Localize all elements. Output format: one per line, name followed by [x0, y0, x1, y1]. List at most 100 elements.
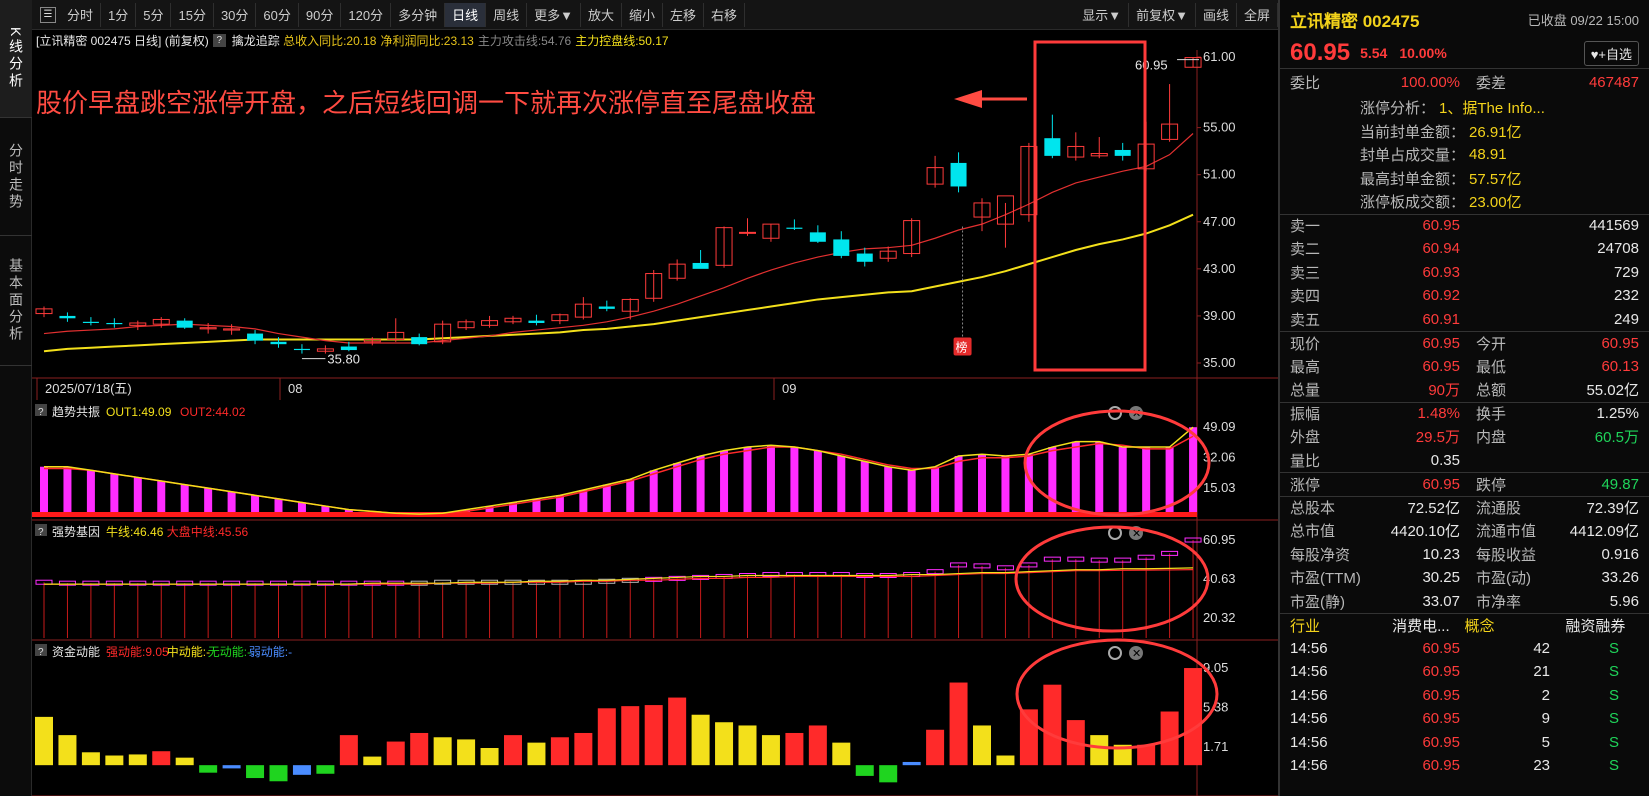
period-button[interactable]: 日线 [445, 2, 487, 27]
quote-row: 14:56 60.95 23 S [1280, 754, 1649, 778]
limit-info-label: 封单占成交量： [1360, 147, 1466, 165]
stat-label: 振幅 [1290, 406, 1321, 424]
stat-label: 换手 [1476, 406, 1507, 424]
limit-info-label: 当前封单金额： [1360, 123, 1466, 141]
date-tick: 08 [288, 381, 302, 396]
limit-info-label: 最高封单金额： [1360, 170, 1466, 188]
trend-bar [860, 461, 869, 515]
quote-row: 卖五 60.91 249 [1280, 308, 1649, 332]
panel-tab[interactable]: 行业 [1290, 615, 1377, 636]
panel-tab[interactable]: 融资融券 [1552, 615, 1639, 636]
help-icon-q: ? [38, 407, 44, 418]
toolbar-button[interactable]: 显示▼ [1075, 2, 1130, 27]
last-price: 60.95 [1290, 39, 1351, 66]
sell-volume: 249 [1613, 310, 1639, 328]
fund-bar [457, 739, 476, 766]
stat-value: 60.13 [1601, 357, 1639, 375]
trend-bar [954, 455, 963, 515]
fund-bar [433, 737, 452, 766]
period-button[interactable]: 周线 [486, 2, 528, 27]
candle-body [856, 253, 873, 262]
fund-bar [902, 761, 921, 766]
trend-bar [837, 455, 846, 515]
period-button[interactable]: 120分 [341, 2, 392, 27]
candle-body [739, 231, 756, 234]
trend-bar [63, 466, 72, 515]
sub-indicator-legend: 大盘中线:45.56 [167, 524, 249, 539]
tick-volume: 2 [1541, 686, 1550, 704]
sub-indicator-title: 趋势共振 [52, 405, 100, 419]
sub-indicator-legend: 牛线:46.46 [106, 524, 164, 539]
quote-panel: 立讯精密 002475 已收盘 09/22 15:00 60.95 5.54 10.00… [1278, 0, 1649, 796]
period-button[interactable]: 多分钟 [391, 2, 446, 27]
fund-bar [504, 735, 522, 766]
date-tick: 09 [782, 381, 796, 396]
fund-bar [35, 716, 53, 766]
tick-price: 60.95 [1422, 757, 1460, 775]
trend-bar [86, 470, 95, 515]
period-button[interactable]: 分时 [60, 2, 102, 27]
period-button[interactable]: 90分 [299, 2, 342, 27]
trend-bar [907, 470, 916, 515]
candle-body [1114, 149, 1131, 156]
fund-bar [410, 732, 429, 766]
out1-line [44, 426, 1194, 515]
price-tick: 35.00 [1203, 355, 1236, 370]
toolbar-button[interactable]: 画线 [1196, 2, 1237, 27]
period-button[interactable]: 左移 [663, 2, 705, 27]
panel-tab[interactable]: 消费电... [1377, 615, 1464, 636]
period-button[interactable]: 放大 [581, 2, 622, 27]
trend-bar [766, 445, 775, 515]
period-button[interactable]: 右移 [704, 2, 746, 27]
period-button[interactable]: 5分 [136, 2, 172, 27]
help-icon[interactable]: ? [212, 33, 226, 47]
candle-body [950, 162, 967, 187]
period-button[interactable]: 30分 [214, 2, 257, 27]
panel-tab[interactable]: 概念 [1465, 615, 1552, 636]
toolbar-button[interactable]: 全屏 [1237, 2, 1278, 27]
tab-intraday[interactable]: 分时走势 [0, 118, 32, 236]
period-button[interactable]: 60分 [256, 2, 299, 27]
stat-label: 最低 [1476, 358, 1507, 376]
low-price-label: 35.80 [327, 352, 360, 367]
period-button[interactable]: 15分 [171, 2, 214, 27]
quote-row: 行业 消费电... 概念 融资融券 [1280, 613, 1649, 637]
chart-area[interactable]: 61.00 55.00 51.00 47.00 43.00 39.00 35.00 60.95… [32, 30, 1278, 796]
toolbar-button[interactable]: 前复权▼ [1129, 2, 1196, 27]
tick-time: 14:56 [1290, 639, 1328, 657]
period-button[interactable]: 更多▼ [527, 2, 581, 27]
trend-bar [720, 450, 729, 515]
trend-bar [813, 450, 822, 515]
price-change: 5.54 [1360, 45, 1388, 61]
chart-canvas[interactable]: 61.00 55.00 51.00 47.00 43.00 39.00 35.00 60.95… [32, 30, 1278, 796]
sell-level-label: 卖四 [1290, 288, 1321, 306]
menu-toggle-icon[interactable]: ☰ [40, 6, 56, 23]
trend-bar [696, 455, 705, 515]
fund-bar [644, 705, 663, 766]
fund-bar [597, 708, 616, 766]
trend-bar [157, 481, 166, 515]
add-watchlist-button[interactable]: ♥+自选 [1583, 40, 1639, 66]
out2-line [44, 435, 1194, 514]
period-button[interactable]: 1分 [101, 2, 137, 27]
quote-row: 14:56 60.95 5 S [1280, 731, 1649, 755]
period-button[interactable]: 缩小 [622, 2, 664, 27]
sell-price: 60.93 [1422, 263, 1460, 281]
trend-bar [1071, 441, 1080, 515]
tab-kline-analysis[interactable]: K线分析 [0, 0, 32, 118]
stat-label: 市盈(动) [1476, 570, 1531, 588]
tick-volume: 23 [1533, 757, 1550, 775]
tick-price: 60.95 [1422, 639, 1460, 657]
fund-bar [926, 729, 945, 766]
fund-bar [808, 725, 827, 766]
quote-row: 当前封单金额： 26.91亿 [1280, 120, 1649, 144]
tick-volume: 5 [1541, 733, 1550, 751]
tab-fundamentals[interactable]: 基本面分析 [0, 236, 32, 366]
quote-row: 卖二 60.94 24708 [1280, 237, 1649, 261]
quote-row: 每股净资 10.23 每股收益 0.916 [1280, 543, 1649, 567]
sub-indicator-legend: OUT2:44.02 [180, 405, 246, 419]
quote-row: 涨停 60.95 跌停 49.87 [1280, 472, 1649, 496]
stat-value: 0.35 [1430, 451, 1460, 469]
tick-time: 14:56 [1290, 686, 1328, 704]
quote-row: 市盈(静) 33.07 市净率 5.96 [1280, 590, 1649, 614]
